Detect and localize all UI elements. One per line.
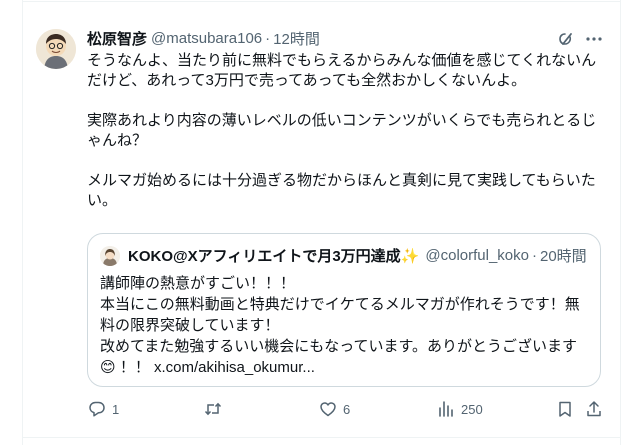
tweet-paragraph-2: 実際あれより内容の薄いレベルの低いコンテンツがいくらでも売られとるじゃんね？: [87, 112, 597, 149]
reply-button[interactable]: 1: [88, 398, 119, 420]
quoted-tweet-body: 講師陣の熱意がすごい！！！ 本当にこの無料動画と特典だけでイケてるメルマガが作れ…: [100, 273, 590, 378]
views-bar-chart-icon: [439, 401, 453, 417]
like-button[interactable]: 6: [319, 398, 350, 420]
tweet-action-bar: 1 6 250: [0, 398, 639, 420]
like-count: 6: [343, 401, 351, 417]
author-display-name[interactable]: 松原智彦: [87, 28, 147, 49]
quoted-tweet-card[interactable]: KOKO@Xアフィリエイトで月3万円達成 ✨ @colorful_koko · …: [87, 233, 601, 387]
quoted-tweet-header: KOKO@Xアフィリエイトで月3万円達成 ✨ @colorful_koko · …: [100, 245, 587, 266]
heart-icon: [320, 402, 336, 417]
share-button[interactable]: [585, 398, 603, 420]
share-icon: [587, 401, 601, 417]
views-button[interactable]: 250: [437, 398, 483, 420]
quoted-line-2: 本当にこの無料動画と特典だけでイケてるメルマガが作れそうです！無料の限界突破して…: [100, 296, 580, 334]
more-dots-icon[interactable]: [584, 29, 604, 49]
sparkles-emoji: ✨: [400, 247, 420, 265]
tweet-body: そうなんよ、当たり前に無料でもらえるからみんな価値を感じてくれないんだけど、あれ…: [87, 51, 607, 211]
bookmark-icon: [559, 401, 571, 417]
timeline-right-border: [620, 0, 621, 445]
quoted-line-4: 😊 ！！ x.com/akihisa_okumur...: [100, 357, 590, 378]
retweet-button[interactable]: [204, 398, 228, 420]
tweet-header: 松原智彦 @matsubara106 · 12時間: [87, 28, 320, 48]
quoted-separator-dot: ·: [531, 247, 537, 264]
quoted-time: 20時間: [539, 248, 587, 265]
quoted-avatar[interactable]: [100, 245, 120, 266]
timeline-left-border: [22, 0, 23, 445]
tweet-paragraph-3: メルマガ始めるには十分過ぎる物だからほんと真剣に見て実践してもらいたい。: [87, 172, 596, 209]
tweet-top-divider: [22, 1, 621, 2]
views-count: 250: [461, 401, 483, 417]
quoted-display-name: KOKO@Xアフィリエイトで月3万円達成: [128, 248, 401, 265]
tweet-bottom-divider: [22, 437, 621, 438]
quoted-line-3: 改めてまた勉強するいい機会にもなっています。ありがとうございます: [100, 338, 578, 355]
separator-dot: ·: [265, 29, 271, 47]
retweet-icon: [204, 402, 222, 416]
reply-icon: [89, 401, 105, 417]
avatar[interactable]: [36, 29, 76, 69]
quoted-line-1: 講師陣の熱意がすごい！！！: [100, 275, 296, 292]
reply-count: 1: [112, 401, 120, 417]
tweet-paragraph-1: そうなんよ、当たり前に無料でもらえるからみんな価値を感じてくれないんだけど、あれ…: [87, 52, 597, 89]
author-handle[interactable]: @matsubara106: [151, 30, 262, 47]
grok-icon[interactable]: [556, 29, 576, 49]
bookmark-button[interactable]: [556, 398, 574, 420]
tweet-time[interactable]: 12時間: [273, 28, 320, 49]
smile-emoji: 😊: [100, 359, 116, 376]
quoted-exclaim: ！！: [119, 359, 150, 376]
quoted-handle: @colorful_koko: [425, 247, 529, 264]
quoted-link[interactable]: x.com/akihisa_okumur...: [154, 359, 315, 376]
